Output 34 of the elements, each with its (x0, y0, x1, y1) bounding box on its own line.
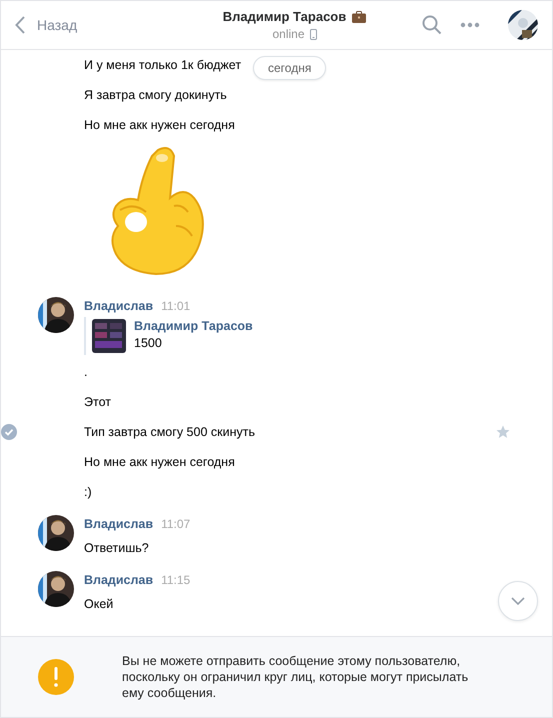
notice-text: Вы не можете отправить сообщение этому пользователю, поскольку он ограничил круг лиц, которые могут присылать ему сообщения. (122, 653, 470, 701)
warning-icon (38, 659, 74, 695)
message-text: :) (84, 485, 92, 499)
author-link[interactable]: Владислав (84, 299, 154, 313)
forward-author[interactable]: Владимир Тарасов (134, 319, 253, 333)
message-text: Тип завтра смогу 500 скинуть (84, 425, 255, 439)
search-icon[interactable] (422, 15, 442, 35)
scroll-down-button[interactable] (498, 581, 538, 621)
online-status: online (272, 27, 305, 41)
star-icon[interactable] (496, 425, 510, 439)
more-icon[interactable] (460, 22, 480, 28)
message-text: Но мне акк нужен сегодня (84, 455, 235, 469)
message-time: 11:15 (161, 573, 190, 587)
message-text: И у меня только 1к бюджет (84, 58, 242, 72)
message-time: 11:01 (161, 299, 190, 313)
back-icon (15, 16, 25, 34)
author-link[interactable]: Владислав (84, 517, 154, 531)
phone-icon (310, 28, 317, 40)
message-text: Окей (84, 597, 114, 611)
date-badge: сегодня (253, 56, 326, 80)
check-icon[interactable] (1, 424, 17, 440)
message-text: 1500 (134, 336, 163, 350)
back-link[interactable]: Назад (15, 16, 185, 34)
message-text: Я завтра смогу докинуть (84, 88, 227, 102)
message-time: 11:07 (161, 517, 190, 531)
chevron-down-icon (511, 597, 525, 605)
message-text: Ответишь? (84, 541, 149, 555)
briefcase-icon (352, 10, 366, 22)
forwarded-message[interactable]: Владимир Тарасов 1500 (84, 317, 255, 355)
message-text: . (84, 365, 88, 379)
message-text: Но мне акк нужен сегодня (84, 118, 235, 132)
author-link[interactable]: Владислав (84, 573, 154, 587)
chat-title: Владимир Тарасов (222, 9, 346, 24)
message-text: Этот (84, 395, 111, 409)
